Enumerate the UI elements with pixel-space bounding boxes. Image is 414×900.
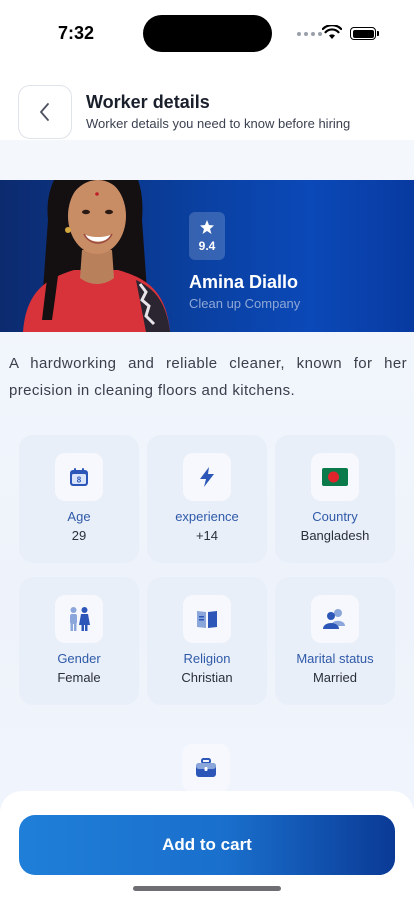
couple-icon [311,595,359,643]
detail-label: Age [67,509,91,524]
rating-badge: 9.4 [189,212,225,260]
star-icon [200,220,214,234]
signal-icon [297,32,322,36]
worker-banner: 9.4 Amina Diallo Clean up Company [0,180,414,332]
detail-value: Christian [181,670,233,685]
detail-card-experience: experience +14 [147,435,267,563]
bangladesh-flag-icon [311,453,359,501]
add-to-cart-button[interactable]: Add to cart [19,815,395,875]
detail-label: experience [175,509,239,524]
worker-photo [23,180,170,332]
detail-value: 29 [71,528,87,543]
wifi-icon [322,25,342,39]
detail-label: Religion [183,651,231,666]
detail-label: Marital status [296,651,374,666]
status-time: 7:32 [58,23,95,43]
chevron-left-icon [40,103,49,121]
detail-value: Female [57,670,101,685]
battery-icon [350,27,379,40]
book-icon [183,595,231,643]
detail-card-country: Country Bangladesh [275,435,395,563]
home-indicator [133,886,281,891]
detail-card-age: 8 Age 29 [19,435,139,563]
svg-text:8: 8 [77,476,82,485]
status-bar: 7:32 [0,0,414,64]
rating-value: 9.4 [198,239,216,253]
detail-value: Married [312,670,358,685]
worker-name: Amina Diallo [189,272,299,292]
detail-card-gender: Gender Female [19,577,139,705]
detail-label: Country [312,509,358,524]
gender-icon [55,595,103,643]
dynamic-island [143,15,272,52]
page-subtitle: Worker details you need to know before h… [86,116,351,131]
back-button[interactable] [18,85,72,139]
page-title: Worker details [86,92,210,112]
detail-value: +14 [195,528,219,543]
calendar-icon: 8 [55,453,103,501]
lightning-icon [183,453,231,501]
worker-company: Clean up Company [189,296,301,311]
briefcase-icon [182,744,230,792]
detail-card-marital-status: Marital status Married [275,577,395,705]
worker-description: A hardworking and reliable cleaner, know… [9,355,407,399]
detail-value: Bangladesh [300,528,370,543]
detail-label: Gender [57,651,101,666]
detail-card-religion: Religion Christian [147,577,267,705]
